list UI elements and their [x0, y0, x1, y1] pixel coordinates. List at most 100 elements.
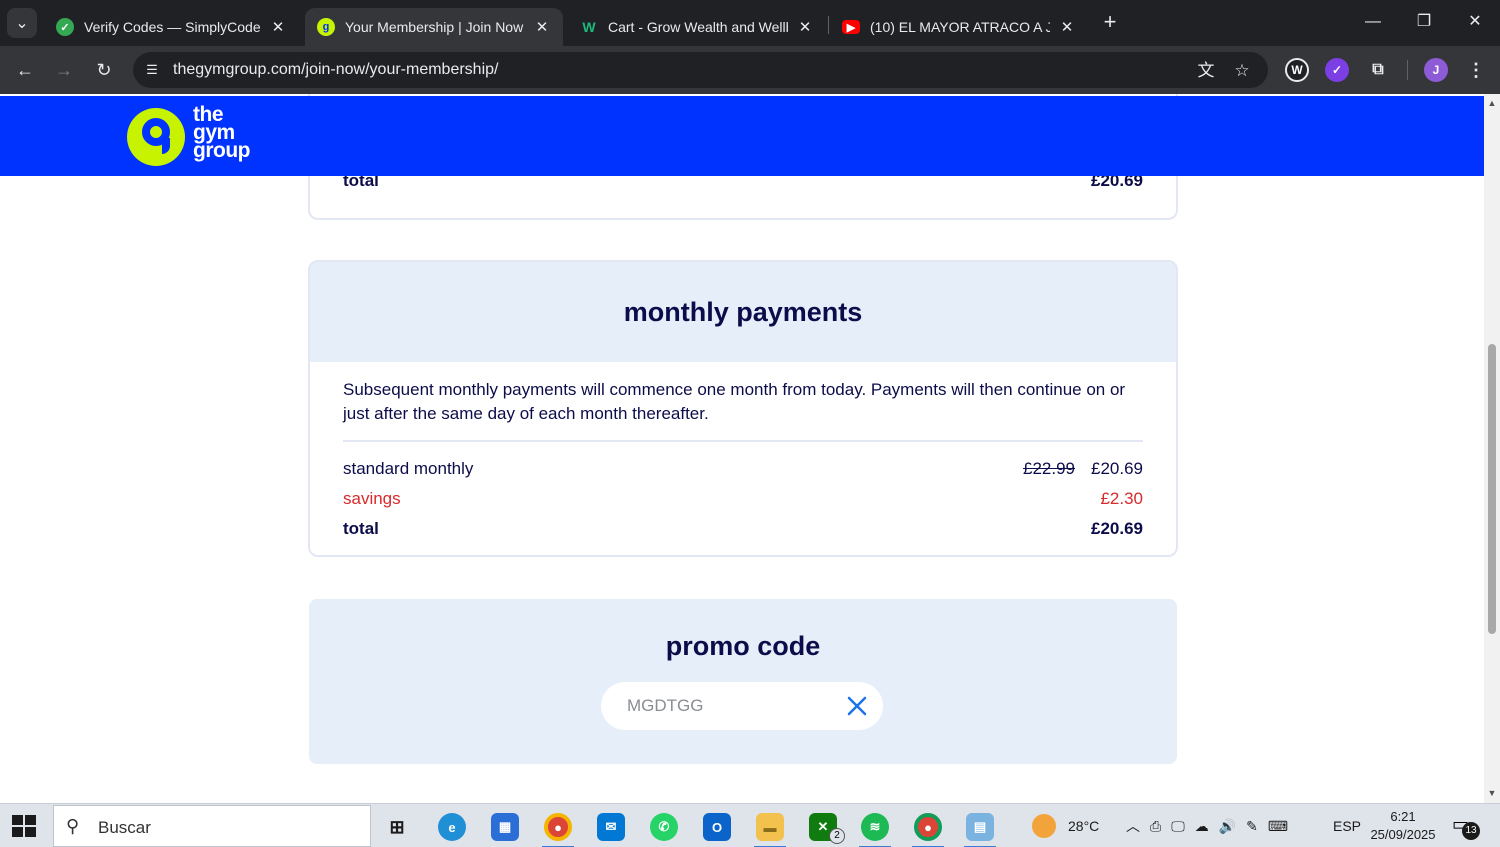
clock-time: 6:21	[1390, 809, 1416, 824]
bookmark-star-icon[interactable]: ☆	[1231, 60, 1253, 82]
monthly-payments-title: monthly payments	[623, 296, 863, 327]
forward-icon[interactable]: →	[50, 56, 78, 84]
youtube-icon: ▶	[842, 20, 860, 34]
tab-strip: ⌄ ✓ Verify Codes — SimplyCodes ✕ g Your …	[0, 0, 1500, 46]
search-icon: ⚲	[66, 816, 80, 836]
weather-moon-icon	[1032, 814, 1056, 838]
windows-taskbar: ⚲ Buscar ⊞ e ▦ ● ✉ ✆ O ▬ ✕ 2 ≋ ● ▤ 28°C …	[0, 803, 1500, 847]
promo-code-title: promo code	[665, 631, 821, 661]
pen-icon[interactable]: ✎	[1246, 818, 1258, 835]
windows-start-icon[interactable]	[12, 815, 36, 837]
savings-value: £2.30	[1100, 489, 1143, 508]
task-view-icon[interactable]: ⊞	[375, 808, 419, 846]
chevron-up-icon[interactable]: ︿	[1126, 816, 1140, 836]
menu-kebab-icon[interactable]: ⋮	[1464, 58, 1488, 82]
reload-icon[interactable]: ↻	[90, 56, 118, 84]
tab-separator	[828, 16, 829, 34]
browser-toolbar: ← → ↻ ☰ thegymgroup.com/join-now/your-me…	[0, 46, 1500, 94]
gymgroup-logo-icon[interactable]	[127, 108, 185, 166]
original-price: £22.99	[1023, 459, 1075, 478]
restore-icon[interactable]: ❐	[1412, 10, 1436, 34]
weather-temp: 28°C	[1068, 818, 1100, 834]
discounted-price: £20.69	[1091, 459, 1143, 478]
tab-title: (10) EL MAYOR ATRACO A JOYE	[870, 19, 1050, 35]
close-tab-icon[interactable]: ✕	[796, 18, 814, 36]
tab-your-membership[interactable]: g Your Membership | Join Now | T ✕	[305, 8, 563, 46]
monthly-payments-card: monthly payments Subsequent monthly paym…	[308, 260, 1178, 557]
back-icon[interactable]: ←	[11, 56, 39, 84]
meet-now-icon[interactable]: ⎙	[1150, 818, 1161, 835]
savings-label: savings	[343, 489, 401, 508]
close-tab-icon[interactable]: ✕	[269, 18, 287, 36]
url-text[interactable]: thegymgroup.com/join-now/your-membership…	[173, 61, 498, 79]
address-bar[interactable]: ☰ thegymgroup.com/join-now/your-membersh…	[133, 52, 1268, 88]
chrome-icon[interactable]: ●	[536, 808, 580, 847]
volume-icon[interactable]: 🔊	[1219, 818, 1236, 835]
outlook-icon[interactable]: O	[695, 808, 739, 846]
toolbar-divider	[1407, 60, 1408, 80]
tab-title: Cart - Grow Wealth and Wellbe	[608, 19, 788, 35]
promo-code-field[interactable]	[601, 682, 883, 730]
system-tray: ︿ ⎙ 🖵 ☁ 🔊 ✎ ⌨	[1126, 804, 1288, 847]
divider	[343, 440, 1143, 442]
close-tab-icon[interactable]: ✕	[1058, 18, 1076, 36]
edge-icon[interactable]: e	[430, 808, 474, 846]
extensions-puzzle-icon[interactable]: ⧉	[1366, 58, 1390, 82]
total-value: £20.69	[1091, 519, 1143, 538]
promo-code-input[interactable]	[627, 694, 827, 718]
tab-verify-codes[interactable]: ✓ Verify Codes — SimplyCodes ✕	[44, 8, 299, 46]
mail-icon[interactable]: ✉	[589, 808, 633, 846]
page-scrollbar[interactable]: ▲ ▼	[1484, 94, 1500, 803]
tab-youtube[interactable]: ▶ (10) EL MAYOR ATRACO A JOYE ✕	[830, 8, 1088, 46]
site-header: the gym group	[0, 96, 1484, 176]
tab-search-button[interactable]: ⌄	[7, 8, 37, 38]
profile-avatar[interactable]: J	[1424, 58, 1448, 82]
extension-simplycodes-icon[interactable]: ✓	[1325, 58, 1349, 82]
spotify-icon[interactable]: ≋	[853, 808, 897, 847]
onedrive-icon[interactable]: ☁	[1195, 818, 1209, 835]
chevron-down-icon: ⌄	[15, 15, 29, 32]
extension-w-icon[interactable]: W	[1285, 58, 1309, 82]
network-icon[interactable]: 🖵	[1171, 818, 1185, 835]
translate-icon[interactable]: 文	[1195, 60, 1217, 82]
brand-line: group	[193, 139, 250, 162]
whatsapp-icon[interactable]: ✆	[642, 808, 686, 846]
page-viewport: the gym group total £20.69 monthly payme…	[0, 94, 1484, 803]
xbox-icon[interactable]: ✕ 2	[801, 808, 845, 846]
promo-code-panel: promo code	[309, 599, 1177, 764]
notifications-icon[interactable]: ▭ 13	[1452, 814, 1480, 840]
savings-row: savings £2.30	[343, 484, 1143, 514]
close-tab-icon[interactable]: ✕	[533, 18, 551, 36]
standard-monthly-row: standard monthly £22.99 £20.69	[343, 454, 1143, 484]
scroll-up-icon[interactable]: ▲	[1487, 98, 1497, 108]
close-window-icon[interactable]: ✕	[1463, 10, 1487, 34]
tab-title: Verify Codes — SimplyCodes	[84, 19, 261, 35]
site-info-icon[interactable]: ☰	[143, 61, 161, 79]
new-tab-icon[interactable]: +	[1098, 10, 1122, 34]
keyboard-icon[interactable]: ⌨	[1268, 818, 1288, 835]
clock[interactable]: 6:21 25/09/2025	[1366, 808, 1440, 844]
language-indicator[interactable]: ESP	[1333, 804, 1361, 847]
notification-badge: 13	[1462, 822, 1480, 840]
tab-title: Your Membership | Join Now | T	[345, 19, 525, 35]
search-placeholder: Buscar	[98, 818, 151, 837]
scroll-down-icon[interactable]: ▼	[1487, 788, 1497, 798]
weather-widget[interactable]: 28°C	[1032, 804, 1099, 847]
wealth-icon: W	[582, 19, 596, 35]
file-explorer-icon[interactable]: ▬	[748, 808, 792, 847]
chrome-profile-icon[interactable]: ●	[906, 808, 950, 847]
monthly-payments-header: monthly payments	[310, 262, 1176, 362]
notepad-icon[interactable]: ▤	[958, 808, 1002, 847]
minimize-icon[interactable]: —	[1361, 10, 1385, 34]
clear-promo-icon[interactable]	[845, 694, 869, 718]
tab-cart[interactable]: W Cart - Grow Wealth and Wellbe ✕	[568, 8, 826, 46]
monthly-total-row: total £20.69	[343, 514, 1143, 544]
gymgroup-icon: g	[317, 18, 335, 36]
clock-date: 25/09/2025	[1370, 827, 1436, 842]
taskbar-search-box[interactable]: ⚲ Buscar	[53, 805, 371, 847]
simplycodes-icon: ✓	[56, 18, 74, 36]
brand-wordmark[interactable]: the gym group	[193, 104, 250, 162]
monthly-payments-description: Subsequent monthly payments will commenc…	[343, 380, 1126, 423]
scrollbar-thumb[interactable]	[1488, 344, 1496, 634]
store-icon[interactable]: ▦	[483, 808, 527, 846]
